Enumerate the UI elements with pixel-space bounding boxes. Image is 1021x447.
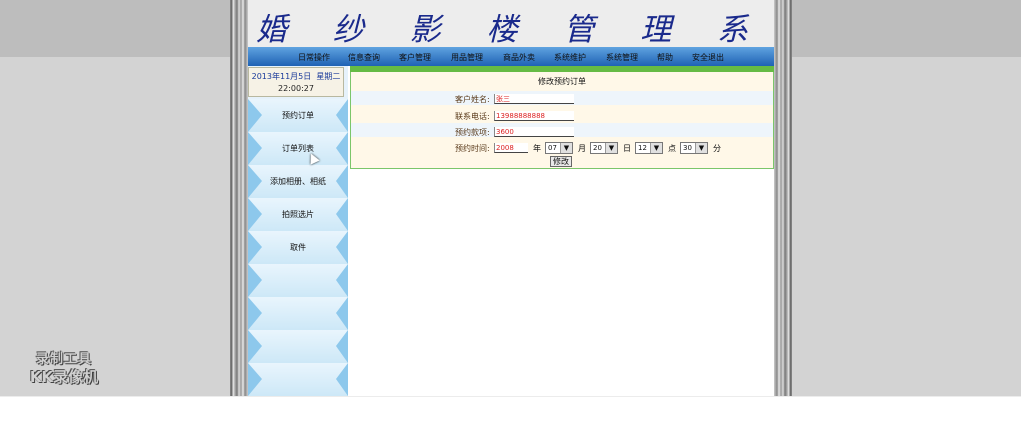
sidebar-item-label: 订单列表 [282, 144, 314, 153]
background-right [788, 57, 1021, 396]
watermark-line2: KK录像机 [29, 368, 99, 386]
nav-supplies-mgmt[interactable]: 用品管理 [451, 52, 483, 63]
day-select[interactable]: 20 ▼ [590, 142, 618, 154]
recorder-watermark: 录制工具 KK录像机 [18, 352, 110, 386]
hour-select[interactable]: 12 ▼ [635, 142, 663, 154]
nav-system-mgmt[interactable]: 系统管理 [606, 52, 638, 63]
weekday-text: 星期二 [316, 72, 341, 81]
top-nav: 日常操作 信息查询 客户管理 用品管理 商品外卖 系统维护 系统管理 帮助 安全… [248, 47, 774, 66]
sidebar-item-order-list[interactable]: 订单列表 [248, 132, 348, 165]
nav-help[interactable]: 帮助 [657, 52, 673, 63]
chevron-down-icon: ▼ [650, 143, 662, 153]
day-unit: 日 [623, 144, 631, 153]
amount-input[interactable]: 3600 [494, 127, 574, 137]
background-left [0, 57, 236, 396]
sidebar-item-empty[interactable] [248, 297, 348, 330]
sidebar-item-empty[interactable] [248, 330, 348, 363]
date-display: 2013年11月5日 星期二 22:00:27 [248, 67, 344, 97]
minute-select[interactable]: 30 ▼ [680, 142, 708, 154]
year-input[interactable]: 2008 [494, 143, 528, 153]
phone-label: 联系电话: [455, 112, 490, 121]
chevron-down-icon: ▼ [605, 143, 617, 153]
sidebar-item-reservation[interactable]: 预约订单 [248, 99, 348, 132]
bottom-strip [0, 396, 1021, 447]
nav-system-maintenance[interactable]: 系统维护 [554, 52, 586, 63]
background-right-top [788, 0, 1021, 57]
right-frame-rail [774, 0, 792, 396]
amount-label: 预约款项: [455, 128, 490, 137]
nav-product-takeout[interactable]: 商品外卖 [503, 52, 535, 63]
sidebar-item-label: 预约订单 [282, 111, 314, 120]
background-left-top [0, 0, 236, 57]
clock-text: 22:00:27 [278, 84, 314, 93]
customer-name-label: 客户姓名: [455, 95, 490, 104]
left-frame-rail [230, 0, 248, 396]
chevron-down-icon: ▼ [695, 143, 707, 153]
sidebar-item-empty[interactable] [248, 264, 348, 297]
nav-customer-mgmt[interactable]: 客户管理 [399, 52, 431, 63]
sidebar-item-label: 取件 [290, 243, 306, 252]
sidebar-item-empty[interactable] [248, 363, 348, 396]
header-banner: 婚 纱 影 楼 管 理 系 统 [248, 0, 774, 93]
reservation-time-label: 预约时间: [455, 144, 490, 153]
nav-daily-ops[interactable]: 日常操作 [298, 52, 330, 63]
nav-logout[interactable]: 安全退出 [692, 52, 724, 63]
form-title: 修改预约订单 [538, 77, 586, 86]
sidebar-item-label: 添加相册、相纸 [270, 177, 326, 186]
date-text: 2013年11月5日 [251, 72, 312, 81]
hour-unit: 点 [668, 144, 676, 153]
minute-unit: 分 [713, 144, 721, 153]
sidebar-item-label: 拍照选片 [282, 210, 314, 219]
watermark-line1: 录制工具 [35, 352, 92, 367]
month-unit: 月 [578, 144, 586, 153]
sidebar-item-add-album[interactable]: 添加相册、相纸 [248, 165, 348, 198]
year-unit: 年 [533, 144, 541, 153]
nav-info-query[interactable]: 信息查询 [348, 52, 380, 63]
phone-input[interactable]: 13988888888 [494, 111, 574, 121]
customer-name-input[interactable]: 张三 [494, 94, 574, 104]
month-select[interactable]: 07 ▼ [545, 142, 573, 154]
sidebar-item-photo-select[interactable]: 拍照选片 [248, 198, 348, 231]
sidebar-item-pickup[interactable]: 取件 [248, 231, 348, 264]
modify-button[interactable]: 修改 [550, 156, 572, 167]
chevron-down-icon: ▼ [560, 143, 572, 153]
